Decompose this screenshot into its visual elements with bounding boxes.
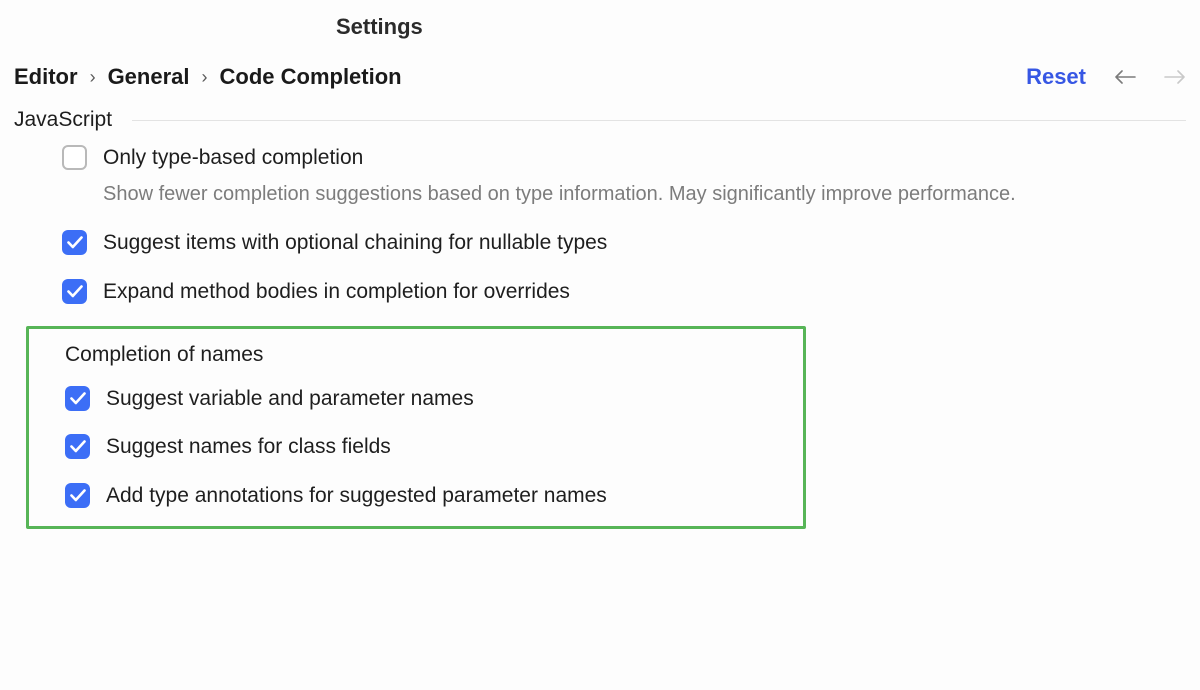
checkbox-class-fields[interactable] <box>65 434 90 459</box>
breadcrumb-general[interactable]: General <box>108 64 190 90</box>
section-header: JavaScript <box>0 108 1200 144</box>
breadcrumb: Editor › General › Code Completion <box>14 64 402 90</box>
breadcrumb-editor[interactable]: Editor <box>14 64 78 90</box>
arrow-left-icon <box>1114 70 1136 84</box>
option-suggest-variable-parameter-names: Suggest variable and parameter names <box>65 385 767 413</box>
options-list: Only type-based completion Show fewer co… <box>0 144 1200 306</box>
option-optional-chaining: Suggest items with optional chaining for… <box>62 229 1180 257</box>
option-expand-method-bodies: Expand method bodies in completion for o… <box>62 278 1180 306</box>
header-actions: Reset <box>1026 64 1186 90</box>
divider <box>132 120 1186 121</box>
arrow-right-icon <box>1164 70 1186 84</box>
reset-button[interactable]: Reset <box>1026 64 1086 90</box>
option-label: Suggest names for class fields <box>106 433 391 461</box>
option-add-type-annotations: Add type annotations for suggested param… <box>65 482 767 510</box>
checkbox-type-annotations[interactable] <box>65 483 90 508</box>
option-type-based-completion: Only type-based completion Show fewer co… <box>62 144 1180 209</box>
back-button[interactable] <box>1114 68 1136 86</box>
option-label: Only type-based completion <box>103 144 1016 172</box>
chevron-right-icon: › <box>90 67 96 88</box>
checkbox-expand-bodies[interactable] <box>62 279 87 304</box>
checkbox-type-based[interactable] <box>62 145 87 170</box>
check-icon <box>70 440 86 453</box>
section-label: JavaScript <box>14 108 112 132</box>
check-icon <box>67 285 83 298</box>
check-icon <box>70 392 86 405</box>
check-icon <box>70 489 86 502</box>
forward-button[interactable] <box>1164 68 1186 86</box>
option-description: Show fewer completion suggestions based … <box>103 180 1016 209</box>
option-label: Suggest items with optional chaining for… <box>103 229 607 257</box>
header-row: Editor › General › Code Completion Reset <box>0 64 1200 108</box>
option-label: Suggest variable and parameter names <box>106 385 474 413</box>
option-suggest-class-field-names: Suggest names for class fields <box>65 433 767 461</box>
completion-of-names-group: Completion of names Suggest variable and… <box>26 326 806 529</box>
chevron-right-icon: › <box>202 67 208 88</box>
checkbox-var-param-names[interactable] <box>65 386 90 411</box>
option-label: Add type annotations for suggested param… <box>106 482 607 510</box>
checkbox-optional-chaining[interactable] <box>62 230 87 255</box>
page-title: Settings <box>0 0 1200 64</box>
check-icon <box>67 236 83 249</box>
group-title: Completion of names <box>65 343 767 367</box>
option-label: Expand method bodies in completion for o… <box>103 278 570 306</box>
breadcrumb-code-completion[interactable]: Code Completion <box>220 64 402 90</box>
